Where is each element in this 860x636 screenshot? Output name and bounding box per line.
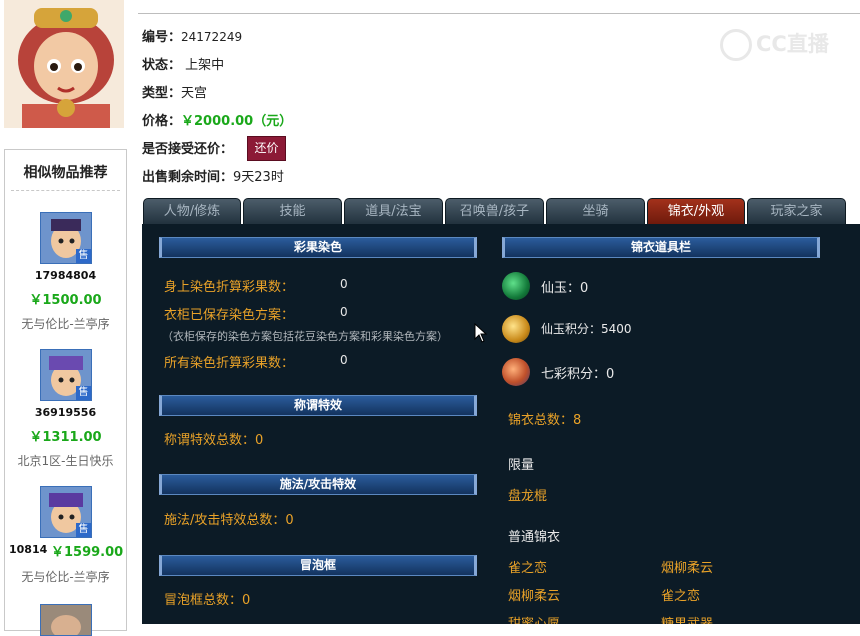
outfit-total: 锦衣总数：8: [508, 413, 582, 428]
normal-outfit-item[interactable]: 糖果武器: [661, 613, 713, 624]
xianyu-value: 仙玉：0: [541, 281, 589, 296]
outfit-panel: 彩果染色 身上染色折算彩果数： 0 衣柜已保存染色方案： 0 （衣柜保存的染色方…: [142, 224, 860, 624]
item-type-row: 类型：天宫: [142, 82, 207, 101]
tab-player-home[interactable]: 玩家之家: [747, 198, 846, 224]
similar-item-id: 10814: [9, 543, 48, 556]
sell-badge: 售: [76, 523, 91, 537]
title-effect-header: 称谓特效: [159, 395, 477, 416]
bargain-label: 是否接受还价：: [142, 142, 234, 157]
stream-watermark: CC直播: [720, 28, 840, 62]
dye-total-label: 所有染色折算彩果数：: [164, 356, 295, 371]
spell-effect-count: 施法/攻击特效总数：0: [164, 513, 294, 528]
spell-effect-header: 施法/攻击特效: [159, 474, 477, 495]
normal-outfit-item[interactable]: 烟柳柔云: [508, 585, 560, 604]
item-status-label: 状态：: [142, 58, 182, 73]
bubble-header: 冒泡框: [159, 555, 477, 576]
outfit-items-header: 锦衣道具栏: [502, 237, 820, 258]
normal-outfit-item[interactable]: 甜蜜心愿: [508, 613, 560, 624]
rainbow-points-icon: [502, 358, 530, 386]
item-id-row: 编号：24172249: [142, 26, 242, 45]
item-type-value: 天宫: [181, 86, 208, 101]
similar-items-panel: 相似物品推荐 售 17984804 ￥1500.00 无与伦比-兰亭序 售 36…: [4, 149, 127, 636]
item-price-row: 价格：￥2000.00（元）: [142, 110, 292, 129]
dye-note: （衣柜保存的染色方案包括花豆染色方案和彩果染色方案）: [162, 330, 448, 343]
item-price-value: ￥2000.00（元）: [181, 114, 293, 129]
tab-skills[interactable]: 技能: [243, 198, 342, 224]
mouse-cursor-icon: [474, 322, 488, 347]
limited-label: 限量: [508, 458, 535, 473]
similar-item-server: 北京1区-生日快乐: [17, 454, 114, 468]
dye-body-value: 0: [340, 277, 348, 291]
header-divider: [138, 13, 860, 14]
item-price-label: 价格：: [142, 114, 182, 129]
similar-items-title: 相似物品推荐: [23, 165, 108, 181]
similar-item-avatar[interactable]: 售: [40, 212, 92, 264]
tab-mounts[interactable]: 坐骑: [546, 198, 645, 224]
divider: [11, 190, 120, 191]
item-id-label: 编号：: [142, 30, 182, 45]
tab-outfit[interactable]: 锦衣/外观: [647, 198, 745, 224]
normal-outfit-item[interactable]: 烟柳柔云: [661, 557, 713, 576]
remaining-time-row: 出售剩余时间：9天23时: [142, 166, 284, 185]
tab-pets[interactable]: 召唤兽/孩子: [445, 198, 544, 224]
tab-character[interactable]: 人物/修炼: [143, 198, 241, 224]
xianyu-icon: [502, 272, 530, 300]
item-id-value: 24172249: [181, 30, 243, 44]
remaining-time-value: 9天23时: [233, 170, 284, 185]
similar-item-id: 17984804: [34, 269, 97, 282]
limited-item[interactable]: 盘龙棍: [508, 485, 547, 504]
xianyu-points-value: 仙玉积分：5400: [541, 322, 632, 336]
dye-section-header: 彩果染色: [159, 237, 477, 258]
dye-wardrobe-value: 0: [340, 305, 348, 319]
dye-body-label: 身上染色折算彩果数：: [164, 280, 295, 295]
similar-item-server: 无与伦比-兰亭序: [21, 317, 110, 331]
rainbow-points-value: 七彩积分：0: [541, 367, 615, 382]
similar-item-price: ￥1500.00: [29, 293, 102, 308]
normal-outfit-item[interactable]: 雀之恋: [661, 585, 700, 604]
normal-outfit-label: 普通锦衣: [508, 530, 561, 545]
bubble-count: 冒泡框总数：0: [164, 593, 251, 608]
similar-item-avatar[interactable]: [40, 604, 92, 636]
item-type-label: 类型：: [142, 86, 182, 101]
title-effect-count: 称谓特效总数：0: [164, 433, 264, 448]
similar-item-price: ￥1311.00: [29, 430, 102, 445]
similar-item-avatar[interactable]: 售: [40, 486, 92, 538]
xianyu-points-icon: [502, 315, 530, 343]
similar-item-server: 无与伦比-兰亭序: [21, 570, 110, 584]
cc-logo-icon: [720, 29, 752, 61]
normal-outfit-item[interactable]: 雀之恋: [508, 557, 547, 576]
similar-item-id: 36919556: [34, 406, 97, 419]
item-status-value: 上架中: [185, 58, 225, 73]
bargain-button[interactable]: 还价: [247, 136, 286, 161]
sell-badge: 售: [76, 386, 91, 400]
bargain-row: 是否接受还价：: [142, 138, 233, 157]
dye-wardrobe-label: 衣柜已保存染色方案：: [164, 308, 295, 323]
sell-badge: 售: [76, 249, 91, 263]
dye-total-value: 0: [340, 353, 348, 367]
item-status-row: 状态： 上架中: [142, 54, 224, 73]
tab-items[interactable]: 道具/法宝: [344, 198, 443, 224]
remaining-time-label: 出售剩余时间：: [142, 170, 234, 185]
similar-item-avatar[interactable]: 售: [40, 349, 92, 401]
character-portrait: [4, 0, 124, 128]
similar-item-price: ￥1599.00: [51, 545, 124, 560]
